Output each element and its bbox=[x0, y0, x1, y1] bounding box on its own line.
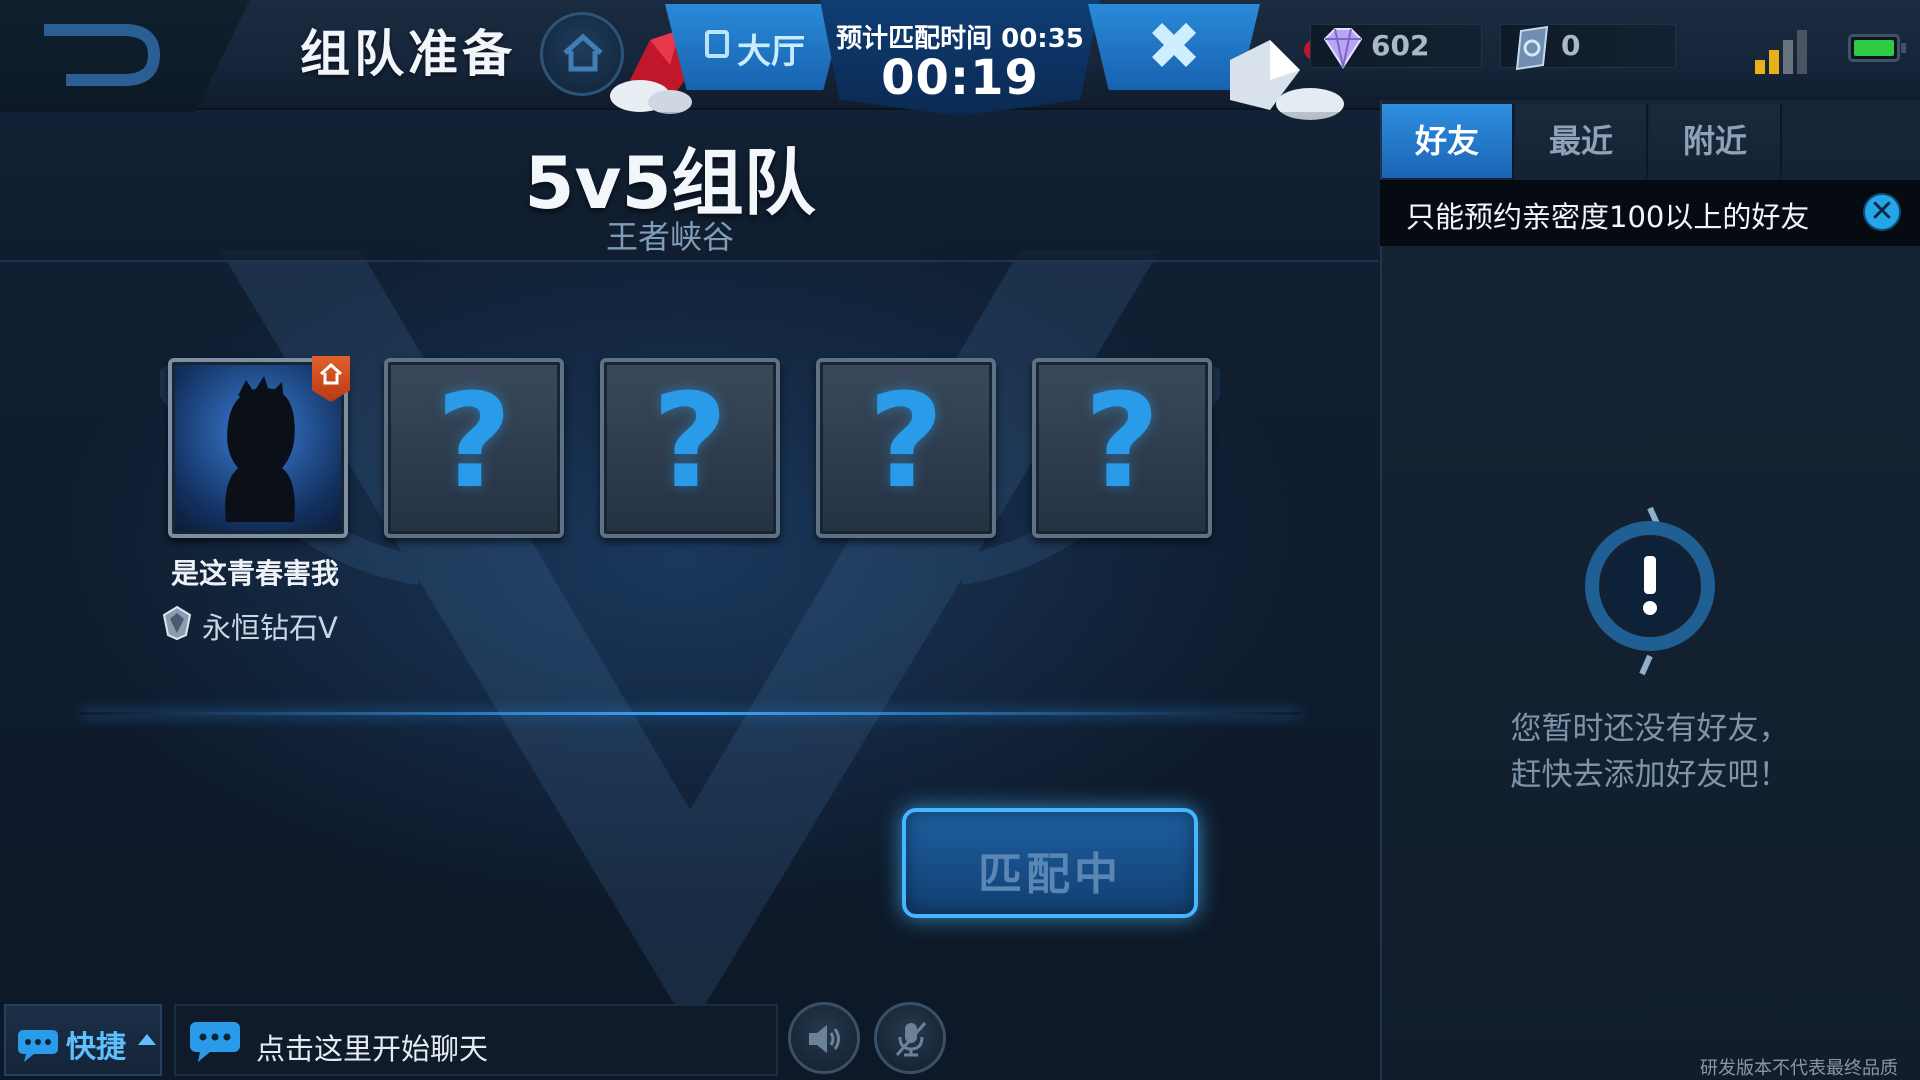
page-title: 组队准备 bbox=[300, 25, 516, 83]
home-icon bbox=[563, 33, 603, 72]
question-mark-icon: ? bbox=[868, 365, 944, 517]
battery-icon bbox=[1848, 34, 1906, 62]
matching-label: 匹配中 bbox=[978, 849, 1122, 900]
speaker-toggle-button[interactable] bbox=[788, 1002, 860, 1074]
empty-slot-4[interactable]: ? bbox=[816, 358, 996, 538]
section-divider bbox=[80, 712, 1300, 715]
question-mark-icon: ? bbox=[1084, 365, 1160, 517]
chevron-up-icon bbox=[138, 1034, 156, 1045]
microphone-toggle-button[interactable] bbox=[874, 1002, 946, 1074]
close-icon: ✕ bbox=[1869, 194, 1895, 229]
matching-button[interactable]: 匹配中 bbox=[902, 808, 1198, 918]
lobby-label: 大厅 bbox=[737, 32, 805, 72]
notice-close-button[interactable]: ✕ bbox=[1863, 193, 1901, 231]
speaker-icon bbox=[809, 1025, 840, 1053]
coupon-balance: 0 bbox=[1500, 24, 1676, 71]
match-timer: 预计匹配时间 00:35 00:19 bbox=[820, 0, 1100, 116]
player-name: 是这青春害我 bbox=[170, 557, 339, 590]
microphone-muted-icon bbox=[895, 1022, 927, 1057]
tab-friends[interactable]: 好友 bbox=[1382, 104, 1514, 178]
empty-slot-5[interactable]: ? bbox=[1032, 358, 1212, 538]
friend-notice: 只能预约亲密度100以上的好友 bbox=[1380, 180, 1920, 246]
no-friends-line-2: 赶快去添加好友吧！ bbox=[1510, 757, 1790, 793]
elapsed-time: 00:19 bbox=[881, 50, 1039, 106]
tab-recent[interactable]: 最近 bbox=[1516, 104, 1648, 178]
diamond-count: 602 bbox=[1371, 29, 1430, 62]
chat-bubble-icon bbox=[18, 1030, 58, 1062]
chat-bubble-icon bbox=[190, 1022, 240, 1062]
player-slot-host[interactable] bbox=[168, 356, 350, 538]
game-screen: 组队准备 大厅 预计匹配时间 00:35 00:19 ✖ 602 0 5v5组队… bbox=[0, 0, 1920, 1080]
coupon-icon bbox=[1515, 25, 1549, 71]
question-mark-icon: ? bbox=[652, 365, 728, 517]
no-friends-line-1: 您暂时还没有好友， bbox=[1510, 711, 1790, 747]
home-icon bbox=[319, 362, 343, 385]
quick-chat-label: 快捷 bbox=[66, 1030, 126, 1065]
diamond-balance: 602 bbox=[1310, 24, 1482, 69]
coupon-count: 0 bbox=[1561, 29, 1581, 62]
lobby-button[interactable]: 大厅 bbox=[665, 4, 845, 90]
signal-strength-icon bbox=[1755, 30, 1811, 74]
back-icon bbox=[44, 24, 161, 86]
question-mark-icon: ? bbox=[436, 365, 512, 517]
empty-slot-2[interactable]: ? bbox=[384, 358, 564, 538]
notice-text: 只能预约亲密度100以上的好友 bbox=[1406, 200, 1810, 234]
player-avatar bbox=[225, 376, 295, 522]
no-friends-message: 您暂时还没有好友， 赶快去添加好友吧！ bbox=[1380, 706, 1920, 798]
chat-placeholder: 点击这里开始聊天 bbox=[256, 1032, 489, 1066]
exclamation-icon bbox=[1585, 506, 1715, 676]
empty-slot-3[interactable]: ? bbox=[600, 358, 780, 538]
rank-badge-icon bbox=[162, 605, 192, 641]
diamond-icon bbox=[1323, 28, 1363, 69]
quick-chat-button[interactable]: 快捷 bbox=[4, 1004, 162, 1076]
build-watermark: 研发版本不代表最终品质 bbox=[1700, 1058, 1898, 1079]
chat-input[interactable]: 点击这里开始聊天 bbox=[174, 1004, 778, 1076]
rank-label: 永恒钻石V bbox=[202, 611, 338, 645]
map-name: 王者峡谷 bbox=[605, 218, 734, 256]
tab-nearby[interactable]: 附近 bbox=[1650, 104, 1782, 178]
lobby-icon bbox=[705, 30, 729, 58]
